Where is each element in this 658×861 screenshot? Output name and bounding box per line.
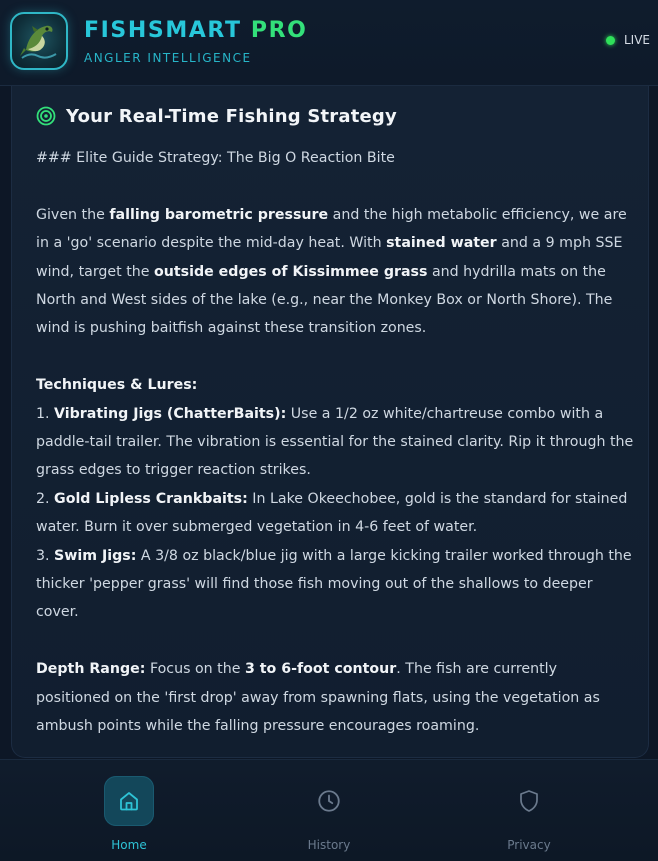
nav-item-history[interactable]: History bbox=[269, 776, 389, 856]
bass-fish-logo-icon bbox=[10, 12, 68, 70]
clock-icon bbox=[318, 790, 340, 812]
nav-label-home: Home bbox=[111, 838, 147, 852]
home-icon bbox=[120, 792, 138, 811]
nav-item-privacy[interactable]: Privacy bbox=[469, 776, 589, 856]
strategy-card: Your Real-Time Fishing Strategy ### Elit… bbox=[11, 86, 649, 758]
shield-icon bbox=[520, 790, 538, 812]
depth-range: Depth Range: Focus on the 3 to 6-foot co… bbox=[36, 661, 600, 735]
live-status: LIVE bbox=[605, 32, 650, 48]
nav-item-home[interactable]: Home bbox=[69, 776, 189, 856]
live-dot-icon bbox=[605, 35, 615, 45]
technique-item: 2. Gold Lipless Crankbaits: In Lake Okee… bbox=[36, 490, 628, 536]
strategy-body: ### Elite Guide Strategy: The Big O Reac… bbox=[36, 144, 634, 740]
nav-label-privacy: Privacy bbox=[507, 838, 551, 852]
brand-suffix: PRO bbox=[250, 18, 308, 43]
app-brand: FISHSMART PRO bbox=[84, 18, 307, 44]
app-header: FISHSMART PRO ANGLER INTELLIGENCE LIVE bbox=[0, 0, 658, 86]
strategy-heading-line: ### Elite Guide Strategy: The Big O Reac… bbox=[36, 150, 395, 166]
strategy-intro: Given the falling barometric pressure an… bbox=[36, 206, 627, 337]
techniques-heading: Techniques & Lures: bbox=[36, 377, 198, 394]
bottom-nav: Home History Privacy bbox=[0, 759, 658, 861]
app-tagline: ANGLER INTELLIGENCE bbox=[84, 51, 252, 65]
nav-label-history: History bbox=[307, 838, 351, 852]
live-label: LIVE bbox=[623, 33, 650, 47]
technique-item: 1. Vibrating Jigs (ChatterBaits): Use a … bbox=[36, 405, 634, 479]
card-header: Your Real-Time Fishing Strategy bbox=[36, 104, 397, 128]
brand-name: FISHSMART bbox=[84, 18, 242, 43]
target-icon bbox=[36, 106, 56, 126]
technique-item: 3. Swim Jigs: A 3/8 oz black/blue jig wi… bbox=[36, 547, 632, 621]
strategy-title: Your Real-Time Fishing Strategy bbox=[66, 105, 397, 127]
